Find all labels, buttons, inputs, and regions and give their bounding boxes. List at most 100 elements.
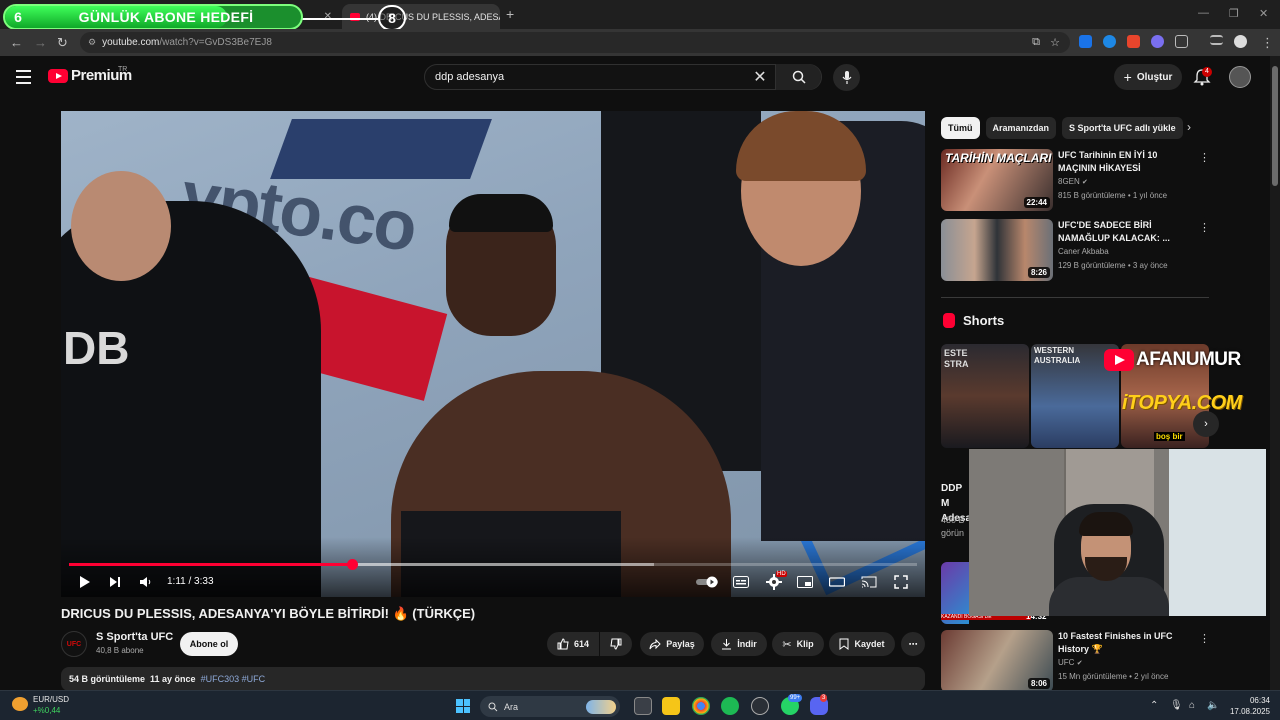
recommended-video[interactable]: TARİHİN MAÇLARI 22:44 UFC Tarihinin EN İ… — [941, 149, 1211, 211]
extension-icon[interactable] — [1079, 35, 1092, 48]
like-button[interactable]: 614 — [547, 632, 599, 656]
video-title[interactable]: UFC'DE SADECE BİRİ NAMAĞLUP KALACAK: ... — [1058, 219, 1198, 245]
progress-scrubber[interactable] — [346, 559, 358, 570]
new-tab-icon[interactable]: + — [506, 6, 514, 22]
miniplayer-button[interactable] — [796, 574, 814, 590]
chip-channel-uploads[interactable]: S Sport'ta UFC adlı yükle — [1062, 117, 1183, 139]
more-actions-button[interactable]: ⋯ — [901, 632, 925, 656]
short-thumb-text: boş bir — [1154, 432, 1185, 441]
create-button[interactable]: + Oluştur — [1114, 64, 1182, 90]
chip-from-search[interactable]: Aramanızdan — [985, 117, 1057, 139]
cast-tab-icon[interactable]: ⧉ — [1032, 36, 1040, 49]
download-button[interactable]: İndir — [711, 632, 767, 656]
channel-name[interactable]: 8GEN ✔ — [1058, 177, 1088, 186]
close-window-icon[interactable]: ✕ — [1259, 7, 1268, 20]
taskbar-search[interactable]: Ara — [480, 696, 620, 717]
save-button[interactable]: Kaydet — [829, 632, 895, 656]
play-button[interactable] — [77, 574, 93, 590]
extension-icon[interactable] — [1103, 35, 1116, 48]
extension-icon[interactable] — [1127, 35, 1140, 48]
search-bar[interactable]: ddp adesanya ✕ — [424, 64, 822, 90]
browser-menu-icon[interactable]: ⋮ — [1261, 35, 1274, 51]
channel-avatar[interactable]: UFC — [61, 631, 87, 657]
video-thumbnail[interactable]: 8:26 — [941, 219, 1053, 281]
profile-icon[interactable] — [1234, 35, 1247, 48]
minimize-icon[interactable]: — — [1198, 7, 1209, 19]
tab-close-icon[interactable]: ✕ — [324, 11, 332, 22]
description-box[interactable]: 54 B görüntüleme 11 ay önce #UFC303 #UFC — [61, 667, 925, 691]
channel-name[interactable]: Caner Akbaba — [1058, 247, 1109, 256]
fullscreen-button[interactable] — [892, 574, 910, 590]
video-title[interactable]: UFC Tarihinin EN İYİ 10 MAÇININ HİKAYESİ — [1058, 149, 1198, 175]
video-meta: 129 B görüntüleme • 3 ay önce — [1058, 261, 1168, 270]
video-thumbnail[interactable]: KAZANDI BOĞASI DE — [941, 562, 1031, 624]
search-button[interactable] — [775, 64, 821, 90]
recommended-video[interactable]: 8:06 10 Fastest Finishes in UFC History … — [941, 630, 1211, 692]
upload-date: 11 ay önce — [150, 674, 196, 684]
video-player[interactable]: ypto.co DB 1:11 / 3:33 HD — [61, 111, 925, 597]
youtube-logo-icon[interactable] — [48, 69, 68, 83]
chip-all[interactable]: Tümü — [941, 117, 980, 139]
clip-button[interactable]: ✂ Klip — [772, 632, 824, 656]
spotify-icon[interactable] — [721, 697, 739, 715]
task-view-icon[interactable] — [634, 697, 652, 715]
channel-name[interactable]: UFC ✔ — [1058, 658, 1083, 667]
search-input[interactable]: ddp adesanya — [425, 71, 745, 83]
settings-button[interactable]: HD — [765, 571, 787, 590]
currency-widget[interactable]: EUR/USD +%0,44 — [33, 694, 69, 716]
file-explorer-icon[interactable] — [662, 697, 680, 715]
volume-tray-icon[interactable]: 🔈 — [1207, 700, 1219, 711]
browser-tab-active[interactable]: (4) DRICUS DU PLESSIS, ADESANYA ✕ — [342, 4, 500, 29]
page-scrollbar[interactable] — [1270, 56, 1280, 690]
video-tags[interactable]: #UFC303 #UFC — [201, 674, 266, 684]
video-thumbnail[interactable]: TARİHİN MAÇLARI 22:44 — [941, 149, 1053, 211]
play-icon — [80, 576, 90, 588]
chevron-right-icon[interactable]: › — [1187, 120, 1191, 134]
view-count: 54 B görüntüleme — [69, 674, 146, 684]
channel-name[interactable]: S Sport'ta UFC — [96, 631, 173, 643]
maximize-icon[interactable]: ❐ — [1229, 7, 1239, 20]
theater-mode-button[interactable] — [828, 574, 846, 590]
clock[interactable]: 06:34 17.08.2025 — [1226, 695, 1270, 717]
more-vertical-icon[interactable]: ⋮ — [1199, 151, 1210, 164]
back-icon[interactable]: ← — [10, 35, 23, 50]
sub-goal-current: 6 — [14, 9, 22, 25]
video-duration: 8:06 — [1027, 678, 1050, 689]
extensions-puzzle-icon[interactable] — [1175, 35, 1188, 48]
share-button[interactable]: Paylaş — [640, 632, 704, 656]
video-thumbnail[interactable]: 8:06 — [941, 630, 1053, 692]
steam-icon[interactable] — [751, 697, 769, 715]
account-avatar[interactable] — [1229, 66, 1251, 88]
next-button[interactable] — [107, 574, 123, 590]
progress-bar[interactable] — [69, 559, 917, 570]
plus-icon: + — [1123, 69, 1132, 85]
network-icon[interactable]: ⌂ — [1189, 700, 1195, 711]
windows-start-icon[interactable] — [456, 699, 470, 713]
volume-button[interactable] — [137, 574, 153, 590]
recommended-video[interactable]: 8:26 UFC'DE SADECE BİRİ NAMAĞLUP KALACAK… — [941, 219, 1211, 281]
subscribe-button[interactable]: Abone ol — [180, 632, 238, 656]
more-vertical-icon[interactable]: ⋮ — [1199, 221, 1210, 234]
currency-widget-icon[interactable] — [12, 697, 28, 711]
reload-icon[interactable]: ↻ — [57, 35, 68, 51]
site-info-icon[interactable]: ⚙ — [88, 37, 96, 48]
video-title[interactable]: 10 Fastest Finishes in UFC History 🏆 — [1058, 630, 1198, 656]
scrollbar-thumb[interactable] — [1272, 66, 1278, 186]
clear-search-icon[interactable]: ✕ — [745, 67, 775, 87]
bookmark-star-icon[interactable]: ☆ — [1050, 36, 1060, 49]
microphone-tray-icon[interactable]: 🎙 — [1170, 700, 1183, 711]
extension-icon[interactable] — [1151, 35, 1164, 48]
forward-icon[interactable]: → — [34, 35, 47, 50]
tray-overflow-icon[interactable]: ⌃ — [1150, 700, 1158, 711]
autoplay-toggle[interactable] — [696, 574, 720, 590]
dislike-button[interactable] — [600, 632, 632, 656]
chrome-icon[interactable] — [692, 697, 710, 715]
address-bar[interactable]: ⚙ youtube.com/watch?v=GvDS3Be7EJ8 ⧉ ☆ — [80, 32, 1070, 53]
reading-list-icon[interactable] — [1210, 35, 1223, 45]
subtitles-button[interactable] — [732, 574, 750, 590]
menu-icon[interactable] — [16, 70, 31, 88]
voice-search-button[interactable] — [833, 64, 860, 91]
more-vertical-icon[interactable]: ⋮ — [1199, 632, 1210, 645]
cast-button[interactable] — [860, 574, 878, 590]
short-card[interactable]: ESTE STRA — [941, 344, 1029, 448]
